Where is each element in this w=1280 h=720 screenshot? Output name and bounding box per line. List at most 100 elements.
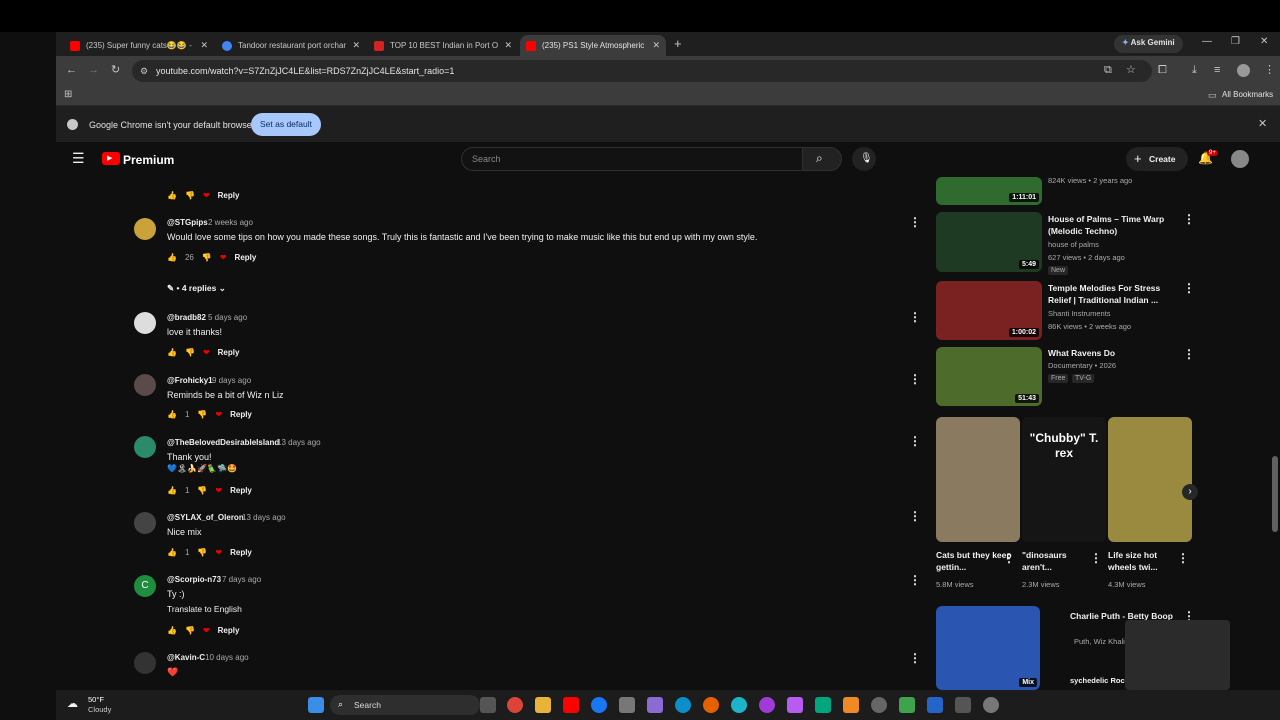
- video-channel[interactable]: house of palms: [1048, 240, 1099, 249]
- comment-author[interactable]: @TheBelovedDesirableIsland: [167, 438, 279, 447]
- comment-menu-icon[interactable]: ⋮: [909, 509, 921, 523]
- comment-time[interactable]: 9 days ago: [212, 376, 251, 385]
- like-icon[interactable]: 👍: [167, 253, 177, 262]
- comment-menu-icon[interactable]: ⋮: [909, 310, 921, 324]
- short-title[interactable]: Life size hot wheels twi...: [1108, 549, 1178, 573]
- close-tab-icon[interactable]: ✕: [200, 40, 208, 51]
- video-channel[interactable]: Shanti Instruments: [1048, 309, 1111, 318]
- weather-condition[interactable]: Cloudy: [88, 705, 111, 714]
- video-menu-icon[interactable]: ⋮: [1183, 281, 1195, 295]
- comment-menu-icon[interactable]: ⋮: [909, 434, 921, 448]
- search-button[interactable]: ⌕: [802, 147, 842, 171]
- view-replies-button[interactable]: ✎ • 4 replies ⌄: [167, 283, 226, 294]
- forward-arrow-icon[interactable]: →: [88, 65, 99, 76]
- dislike-icon[interactable]: 👎: [197, 410, 207, 419]
- mix-thumbnail[interactable]: Mix: [936, 606, 1040, 690]
- brave-icon[interactable]: [843, 697, 859, 713]
- commenter-avatar[interactable]: [134, 652, 156, 674]
- youtube-premium-logo[interactable]: Premium: [123, 153, 174, 167]
- app-icon[interactable]: [787, 697, 803, 713]
- windows-start-icon[interactable]: [308, 697, 324, 713]
- comment-author[interactable]: @Scorpio-n73: [167, 575, 221, 584]
- translate-link[interactable]: Translate to English: [167, 604, 242, 614]
- comment-menu-icon[interactable]: ⋮: [909, 372, 921, 386]
- video-channel[interactable]: Documentary • 2026: [1048, 361, 1116, 370]
- commenter-avatar[interactable]: [134, 312, 156, 334]
- comment-time[interactable]: 2 weeks ago: [208, 218, 253, 227]
- youtube-app-icon[interactable]: [563, 697, 579, 713]
- video-title[interactable]: What Ravens Do: [1048, 347, 1176, 359]
- comment-time[interactable]: 7 days ago: [222, 575, 261, 584]
- restore-icon[interactable]: ❐: [1231, 36, 1240, 47]
- ask-gemini-button[interactable]: ✦ Ask Gemini: [1114, 35, 1183, 53]
- short-menu-icon[interactable]: ⋮: [1090, 551, 1102, 565]
- video-thumbnail[interactable]: 1:11:01: [936, 177, 1042, 205]
- taskbar-search[interactable]: ⌕ Search: [330, 695, 480, 715]
- messenger-icon[interactable]: [591, 697, 607, 713]
- hamburger-menu-icon[interactable]: ☰: [72, 151, 85, 165]
- short-thumbnail[interactable]: [1108, 417, 1192, 542]
- dislike-icon[interactable]: 👎: [197, 486, 207, 495]
- comment-time[interactable]: 13 days ago: [277, 438, 321, 447]
- like-icon[interactable]: 👍: [167, 191, 177, 200]
- like-icon[interactable]: 👍: [167, 486, 177, 495]
- commenter-avatar[interactable]: [134, 436, 156, 458]
- close-tab-icon[interactable]: ✕: [652, 40, 660, 51]
- app-icon[interactable]: [983, 697, 999, 713]
- tab-tandoor[interactable]: Tandoor restaurant port orchard ✕: [216, 35, 366, 56]
- comment-menu-icon[interactable]: ⋮: [909, 573, 921, 587]
- app-icon[interactable]: [815, 697, 831, 713]
- tab-ps1-style[interactable]: (235) PS1 Style Atmospheric D ✕: [520, 35, 666, 56]
- close-tab-icon[interactable]: ✕: [504, 40, 512, 51]
- like-icon[interactable]: 👍: [167, 410, 177, 419]
- file-explorer-icon[interactable]: [535, 697, 551, 713]
- video-title[interactable]: Temple Melodies For Stress Relief | Trad…: [1048, 282, 1176, 306]
- short-menu-icon[interactable]: ⋮: [1177, 551, 1189, 565]
- bookmark-star-icon[interactable]: ☆: [1126, 65, 1136, 76]
- app-icon[interactable]: [759, 697, 775, 713]
- reload-icon[interactable]: ↻: [111, 65, 120, 76]
- comment-author[interactable]: @Frohicky1: [167, 376, 213, 385]
- dislike-icon[interactable]: 👎: [197, 548, 207, 557]
- url-text[interactable]: youtube.com/watch?v=S7ZnZjJC4LE&list=RDS…: [156, 66, 454, 76]
- reply-button[interactable]: Reply: [230, 548, 252, 557]
- store-icon[interactable]: [619, 697, 635, 713]
- tab-yelp[interactable]: TOP 10 BEST Indian in Port Orch ✕: [368, 35, 518, 56]
- close-infobar-icon[interactable]: ✕: [1258, 119, 1267, 130]
- video-menu-icon[interactable]: ⋮: [1183, 212, 1195, 226]
- video-thumbnail[interactable]: 1:00:02: [936, 281, 1042, 340]
- profile-avatar[interactable]: [1237, 64, 1250, 77]
- video-thumbnail[interactable]: 5:49: [936, 212, 1042, 272]
- short-thumbnail[interactable]: "Chubby" T. rex: [1022, 417, 1106, 542]
- youtube-search-input[interactable]: Search: [461, 147, 803, 171]
- comment-author[interactable]: @Kavin-C: [167, 653, 205, 662]
- chrome-menu-icon[interactable]: ⋮: [1264, 65, 1275, 76]
- chrome-taskbar-icon[interactable]: [507, 697, 523, 713]
- site-info-icon[interactable]: ⚙: [140, 66, 148, 77]
- commenter-avatar[interactable]: [134, 374, 156, 396]
- close-tab-icon[interactable]: ✕: [352, 40, 360, 51]
- account-avatar[interactable]: [1231, 150, 1249, 168]
- app-icon[interactable]: [927, 697, 943, 713]
- app-icon[interactable]: [899, 697, 915, 713]
- app-icon[interactable]: [647, 697, 663, 713]
- reply-button[interactable]: Reply: [230, 486, 252, 495]
- reply-button[interactable]: Reply: [230, 410, 252, 419]
- video-menu-icon[interactable]: ⋮: [1183, 347, 1195, 361]
- edge-icon[interactable]: [675, 697, 691, 713]
- task-view-icon[interactable]: [480, 697, 496, 713]
- comment-author[interactable]: @SYLAX_of_Oleron: [167, 513, 244, 522]
- short-title[interactable]: "dinosaurs aren't...: [1022, 549, 1092, 573]
- all-bookmarks-link[interactable]: All Bookmarks: [1222, 90, 1273, 99]
- video-title[interactable]: House of Palms – Time Warp (Melodic Tech…: [1048, 213, 1176, 237]
- commenter-avatar[interactable]: C: [134, 575, 156, 597]
- new-tab-icon[interactable]: +: [674, 36, 682, 51]
- omnibox[interactable]: ⚙ youtube.com/watch?v=S7ZnZjJC4LE&list=R…: [132, 60, 1152, 82]
- short-thumbnail[interactable]: [936, 417, 1020, 542]
- apps-grid-icon[interactable]: ⊞: [64, 89, 72, 100]
- like-icon[interactable]: 👍: [167, 348, 177, 357]
- scrollbar-thumb[interactable]: [1272, 456, 1278, 532]
- extensions-icon[interactable]: ⧠: [1158, 65, 1167, 76]
- dislike-icon[interactable]: 👎: [185, 626, 195, 635]
- reply-button[interactable]: Reply: [218, 348, 240, 357]
